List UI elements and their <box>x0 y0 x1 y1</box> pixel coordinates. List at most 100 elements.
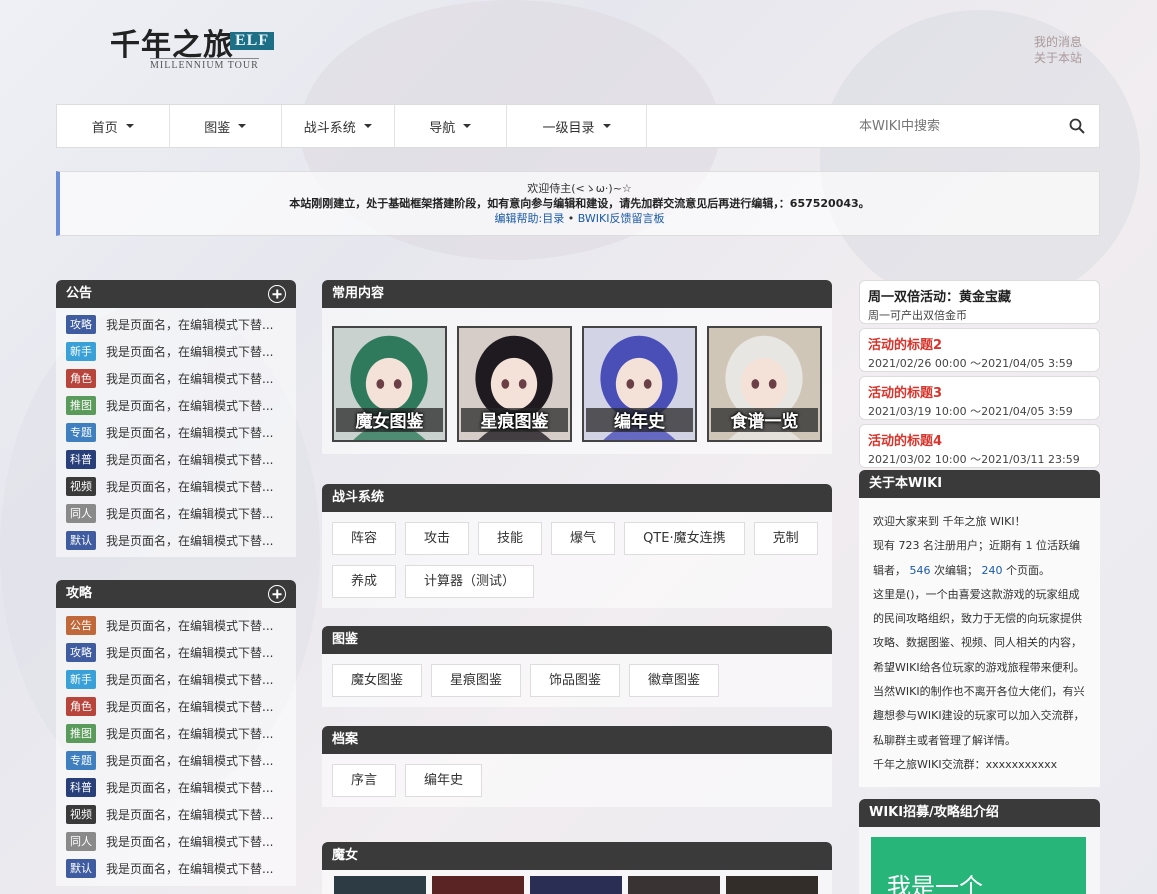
edit-help-link[interactable]: 编辑帮助:目录 <box>495 212 565 225</box>
category-tag: 攻略 <box>66 643 96 662</box>
feedback-link[interactable]: BWIKI反馈留言板 <box>578 212 665 225</box>
witch-thumb[interactable] <box>726 876 818 894</box>
witch-thumb[interactable] <box>334 876 426 894</box>
event-item[interactable]: 活动的标题4 2021/03/02 10:00 ～2021/03/11 23:59 <box>859 424 1100 468</box>
link-button[interactable]: 技能 <box>478 522 543 555</box>
category-tag: 角色 <box>66 697 96 716</box>
list-item[interactable]: 推图 我是页面名，在编辑模式下替... <box>56 392 296 419</box>
list-item-title: 我是页面名，在编辑模式下替... <box>106 835 274 849</box>
list-item[interactable]: 同人 我是页面名，在编辑模式下替... <box>56 500 296 527</box>
list-item[interactable]: 新手 我是页面名，在编辑模式下替... <box>56 338 296 365</box>
category-tag: 新手 <box>66 342 96 361</box>
archive-panel: 档案 序言 编年史 <box>322 726 832 807</box>
link-button[interactable]: 克制 <box>753 522 818 555</box>
recruit-banner[interactable]: 我是一个 <box>871 837 1086 894</box>
category-tag: 推图 <box>66 724 96 743</box>
list-item[interactable]: 专题 我是页面名，在编辑模式下替... <box>56 747 296 774</box>
link-button[interactable]: 计算器（测试） <box>405 565 535 598</box>
category-tag: 推图 <box>66 396 96 415</box>
list-item[interactable]: 角色 我是页面名，在编辑模式下替... <box>56 365 296 392</box>
link-button[interactable]: 养成 <box>332 565 397 598</box>
link-button[interactable]: 攻击 <box>405 522 470 555</box>
page-root: 千年之旅 ELF MILLENNIUM TOUR 我的消息 关于本站 首页 图鉴… <box>0 0 1157 894</box>
panel-header: 关于本WIKI <box>859 470 1100 498</box>
about-panel: 关于本WIKI 欢迎大家来到 千年之旅 WIKI！ 现有 723 名注册用户；近… <box>859 470 1100 788</box>
event-item[interactable]: 活动的标题2 2021/02/26 00:00 ～2021/04/05 3:59 <box>859 328 1100 372</box>
edits-count[interactable]: 546 <box>910 564 931 577</box>
list-item-title: 我是页面名，在编辑模式下替... <box>106 673 274 687</box>
witch-thumb[interactable] <box>628 876 720 894</box>
expand-plus-icon[interactable] <box>268 285 286 303</box>
nav-gallery[interactable]: 图鉴 <box>170 105 282 147</box>
link-button[interactable]: 编年史 <box>405 764 483 797</box>
list-item[interactable]: 默认 我是页面名，在编辑模式下替... <box>56 527 296 554</box>
event-item[interactable]: 周一双倍活动：黄金宝藏 周一可产出双倍金币 <box>859 280 1100 324</box>
list-item[interactable]: 专题 我是页面名，在编辑模式下替... <box>56 419 296 446</box>
list-item-title: 我是页面名，在编辑模式下替... <box>106 318 274 332</box>
content-card[interactable]: 编年史 <box>582 326 697 442</box>
link-button[interactable]: 序言 <box>332 764 397 797</box>
nav-combat[interactable]: 战斗系统 <box>282 105 395 147</box>
my-messages-link[interactable]: 我的消息 <box>1034 34 1082 50</box>
list-item-title: 我是页面名，在编辑模式下替... <box>106 372 274 386</box>
list-item-title: 我是页面名，在编辑模式下替... <box>106 345 274 359</box>
pages-count[interactable]: 240 <box>982 564 1003 577</box>
list-item[interactable]: 视频 我是页面名，在编辑模式下替... <box>56 801 296 828</box>
category-tag: 视频 <box>66 477 96 496</box>
nav-directory[interactable]: 一级目录 <box>507 105 647 147</box>
witch-thumb[interactable] <box>530 876 622 894</box>
link-button[interactable]: 爆气 <box>551 522 616 555</box>
link-button[interactable]: QTE·魔女连携 <box>624 522 745 555</box>
nav-navigation[interactable]: 导航 <box>395 105 507 147</box>
recruit-panel: WIKI招募/攻略组介绍 我是一个 <box>859 799 1100 894</box>
list-item[interactable]: 科普 我是页面名，在编辑模式下替... <box>56 446 296 473</box>
link-button[interactable]: 魔女图鉴 <box>332 664 423 697</box>
list-item[interactable]: 推图 我是页面名，在编辑模式下替... <box>56 720 296 747</box>
about-welcome: 欢迎大家来到 千年之旅 WIKI！ <box>873 515 1026 528</box>
list-item[interactable]: 默认 我是页面名，在编辑模式下替... <box>56 855 296 882</box>
event-title: 活动的标题2 <box>868 338 943 353</box>
list-item[interactable]: 同人 我是页面名，在编辑模式下替... <box>56 828 296 855</box>
list-item[interactable]: 攻略 我是页面名，在编辑模式下替... <box>56 311 296 338</box>
content-card[interactable]: 食谱一览 <box>707 326 822 442</box>
separator: • <box>567 212 575 225</box>
list-item[interactable]: 视频 我是页面名，在编辑模式下替... <box>56 473 296 500</box>
search-input[interactable] <box>859 113 1059 139</box>
card-label: 编年史 <box>614 412 665 432</box>
panel-header: 魔女 <box>322 842 832 870</box>
list-item[interactable]: 角色 我是页面名，在编辑模式下替... <box>56 693 296 720</box>
panel-header: 公告 <box>56 280 296 308</box>
link-button[interactable]: 星痕图鉴 <box>431 664 522 697</box>
panel-header: 档案 <box>322 726 832 754</box>
list-item[interactable]: 新手 我是页面名，在编辑模式下替... <box>56 666 296 693</box>
site-logo[interactable]: 千年之旅 ELF MILLENNIUM TOUR <box>104 18 279 74</box>
events-list: 周一双倍活动：黄金宝藏 周一可产出双倍金币 活动的标题2 2021/02/26 00:… <box>859 280 1100 472</box>
list-item[interactable]: 科普 我是页面名，在编辑模式下替... <box>56 774 296 801</box>
link-button[interactable]: 阵容 <box>332 522 397 555</box>
list-item[interactable]: 公告 我是页面名，在编辑模式下替... <box>56 612 296 639</box>
witch-thumb[interactable] <box>432 876 524 894</box>
expand-plus-icon[interactable] <box>268 585 286 603</box>
list-item-title: 我是页面名，在编辑模式下替... <box>106 781 274 795</box>
notice-text: 本站刚刚建立，处于基础框架搭建阶段，如有意向参与编辑和建设，请先加群交流意见后再… <box>289 197 870 210</box>
recruit-body: 我是一个 <box>859 827 1100 894</box>
nav-label: 导航 <box>429 120 456 136</box>
link-button[interactable]: 饰品图鉴 <box>530 664 621 697</box>
nav-home[interactable]: 首页 <box>57 105 170 147</box>
panel-header: 常用内容 <box>322 280 832 308</box>
card-label: 食谱一览 <box>730 412 799 432</box>
list-item[interactable]: 攻略 我是页面名，在编辑模式下替... <box>56 639 296 666</box>
list-item-title: 我是页面名，在编辑模式下替... <box>106 619 274 633</box>
nav-label: 战斗系统 <box>303 120 356 136</box>
category-tag: 角色 <box>66 369 96 388</box>
nav-label: 图鉴 <box>204 120 231 136</box>
search-icon[interactable] <box>1069 118 1085 134</box>
event-item[interactable]: 活动的标题3 2021/03/19 10:00 ～2021/04/05 3:59 <box>859 376 1100 420</box>
about-intro: 这里是()，一个由喜爱这款游戏的玩家组成的民间攻略组织，致力于无偿的向玩家提供攻… <box>873 587 1085 674</box>
content-card[interactable]: 魔女图鉴 <box>332 326 447 442</box>
list-item-title: 我是页面名，在编辑模式下替... <box>106 534 274 548</box>
link-button[interactable]: 徽章图鉴 <box>629 664 720 697</box>
guide-list: 公告 我是页面名，在编辑模式下替... 攻略 我是页面名，在编辑模式下替... 新手 我是… <box>56 608 296 886</box>
content-card[interactable]: 星痕图鉴 <box>457 326 572 442</box>
about-site-link[interactable]: 关于本站 <box>1034 50 1082 66</box>
